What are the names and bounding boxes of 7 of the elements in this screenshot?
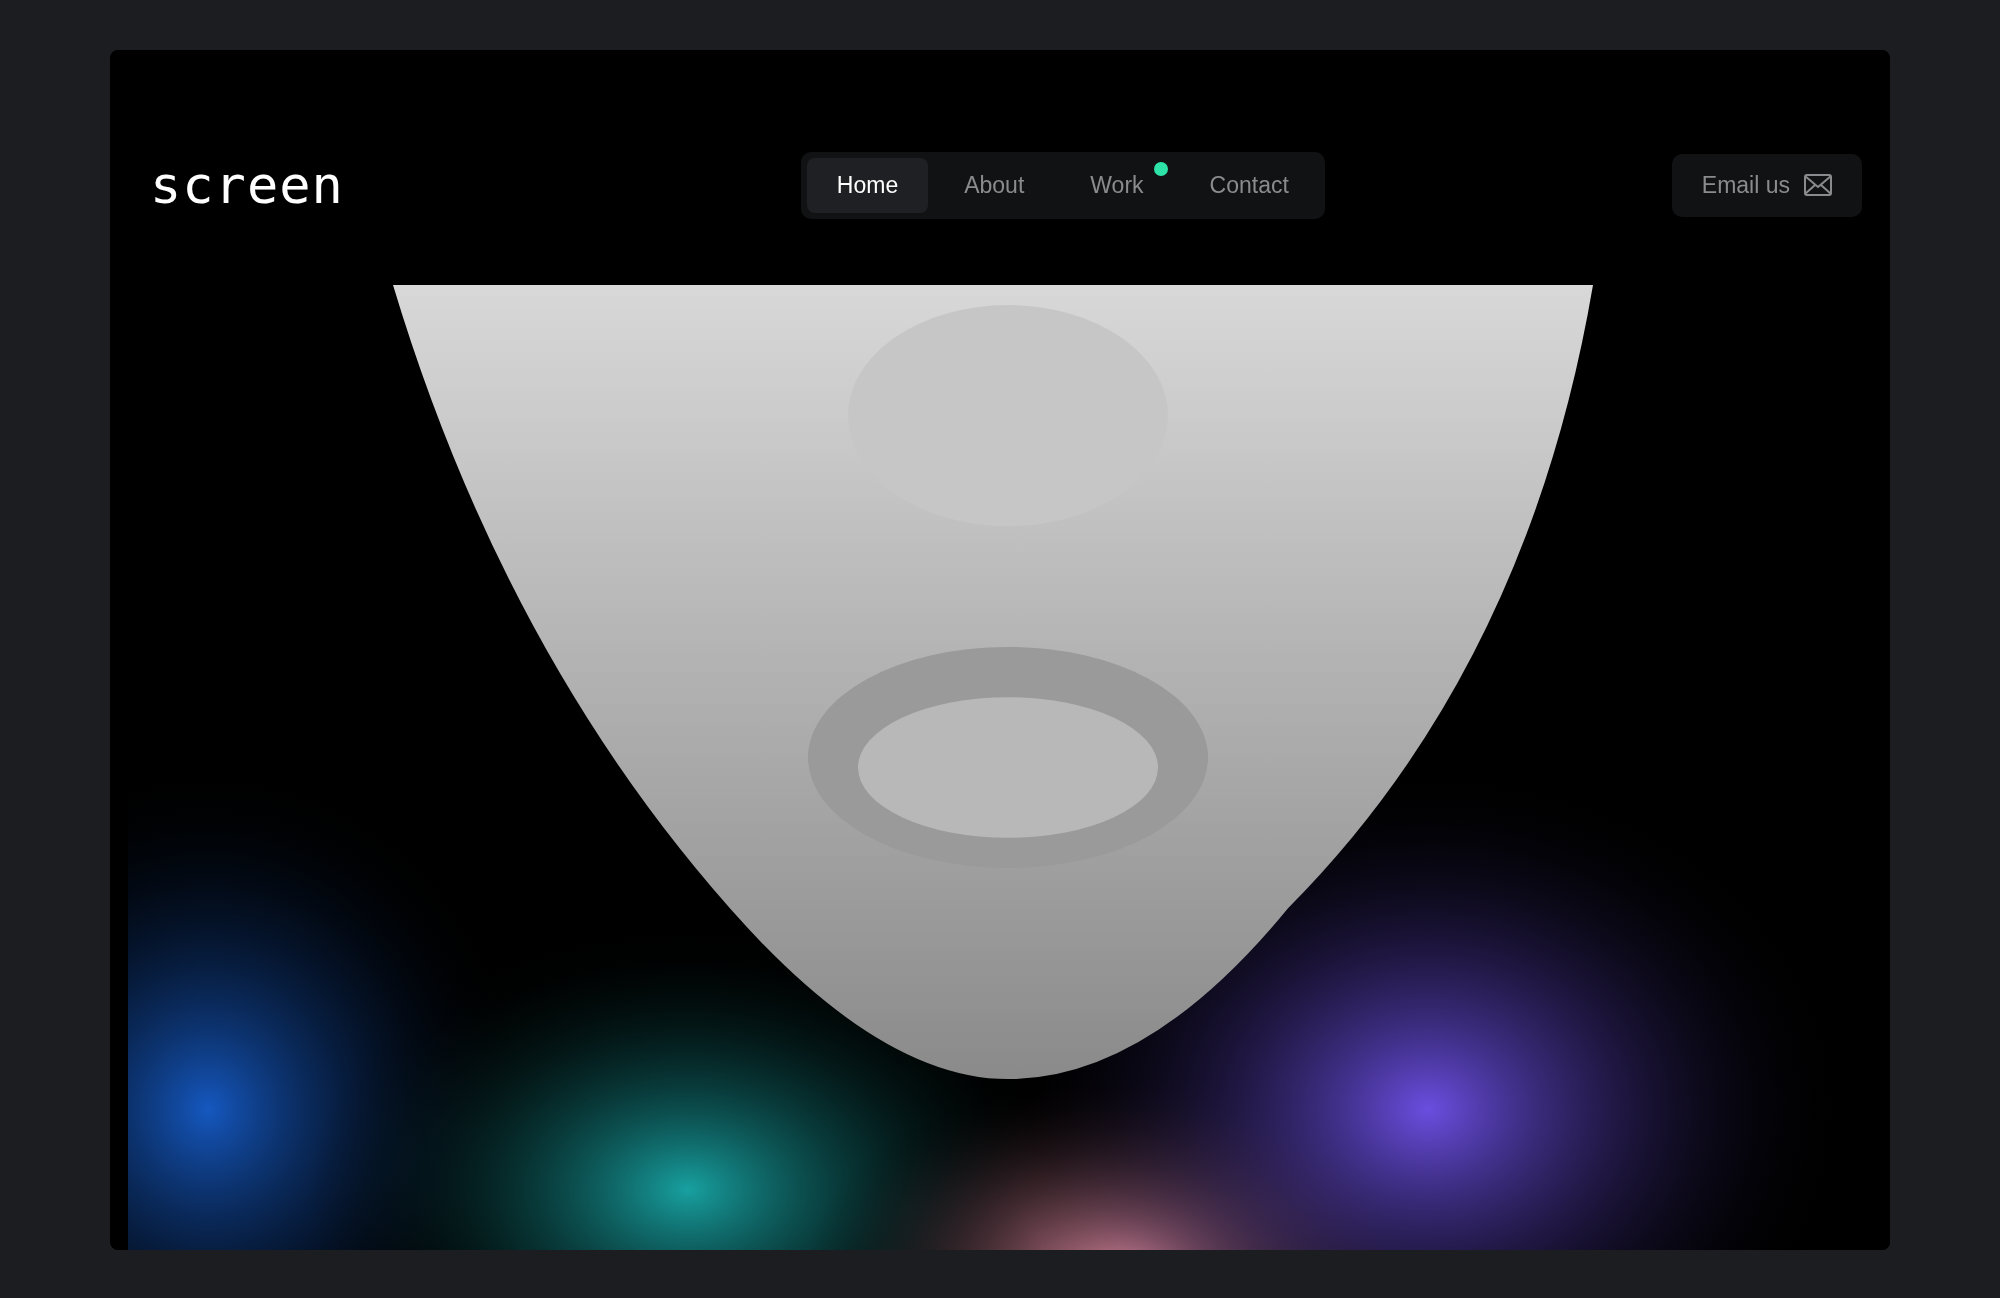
nav-tab[interactable]: About [934,157,1055,213]
nav-tab[interactable]: Home [806,157,929,213]
email-button[interactable]: Email us [1671,153,1862,217]
mail-icon [1804,174,1832,196]
logo[interactable]: screen [150,155,344,215]
nav-tab[interactable]: Work [1060,157,1174,213]
nav-tab[interactable]: Contact [1179,157,1319,213]
